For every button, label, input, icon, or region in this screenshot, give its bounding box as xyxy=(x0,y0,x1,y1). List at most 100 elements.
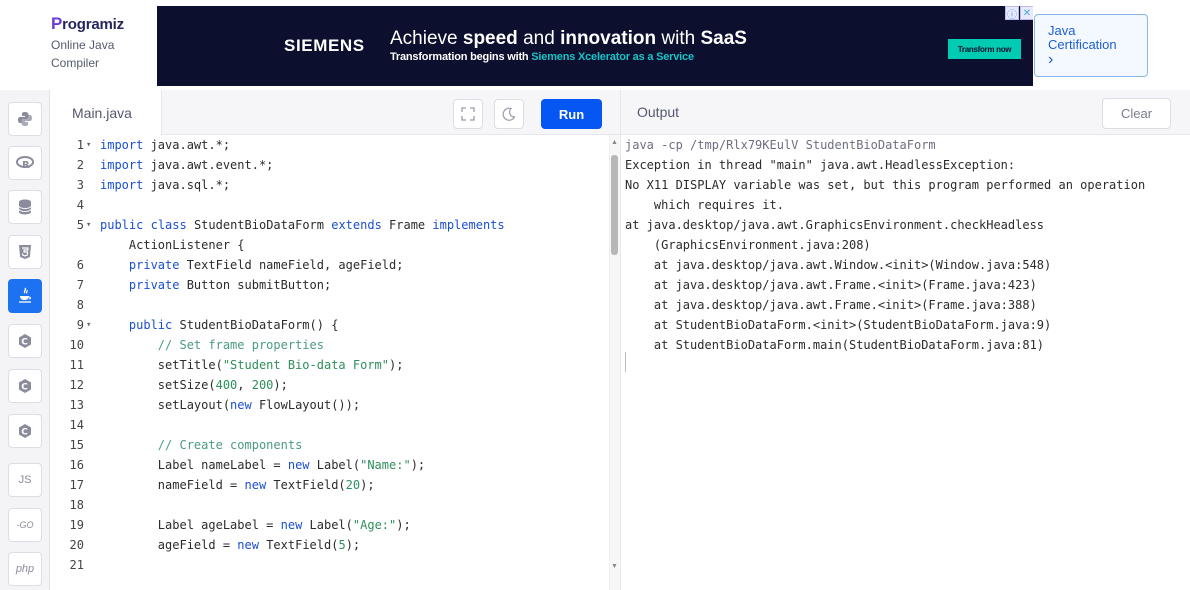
code-line[interactable]: 20 ageField = new TextField(5); xyxy=(51,535,609,555)
code-line[interactable]: ActionListener { xyxy=(51,235,609,255)
code-text: import java.awt.*; xyxy=(100,138,231,152)
line-number: 6 xyxy=(76,258,84,272)
code-line[interactable]: 2 import java.awt.event.*; xyxy=(51,155,609,175)
java-icon[interactable] xyxy=(8,279,42,313)
r-icon[interactable]: R xyxy=(8,146,42,180)
language-sidebar: R C C C JS -GO php xyxy=(0,90,50,590)
line-number: 13 xyxy=(69,398,84,412)
output-toolbar: Output Clear xyxy=(620,90,1190,135)
sql-database-icon[interactable] xyxy=(8,190,42,224)
python-icon[interactable] xyxy=(8,102,42,136)
brand-subtitle-line1: Online Java xyxy=(51,38,115,52)
brand-subtitle-line2: Compiler xyxy=(51,56,100,70)
csharp-icon[interactable]: C xyxy=(8,414,42,448)
ad-sub-accent: Siemens Xcelerator as a Service xyxy=(531,51,694,63)
cert-line2: Certification xyxy=(1048,37,1117,52)
code-line[interactable]: 10 // Set frame properties xyxy=(51,335,609,355)
ad-headline: Achieve speed and innovation with SaaS xyxy=(390,28,747,50)
editor-scrollbar[interactable]: ▲ ▼ xyxy=(609,135,620,590)
brand-wordmark: Programiz xyxy=(51,14,151,34)
code-text: public StudentBioDataForm() { xyxy=(128,318,339,332)
scroll-up-arrow-icon[interactable]: ▲ xyxy=(611,139,618,146)
code-text: import java.sql.*; xyxy=(100,178,231,192)
code-line[interactable]: 3 import java.sql.*; xyxy=(51,175,609,195)
fold-chevron-icon[interactable]: ▾ xyxy=(86,135,91,155)
code-line[interactable]: 1 ▾ import java.awt.*; xyxy=(51,135,609,155)
output-line: at java.desktop/java.awt.Frame.<init>(Fr… xyxy=(625,278,1037,292)
scrollbar-thumb[interactable] xyxy=(611,155,618,255)
cpp-icon[interactable]: C xyxy=(8,369,42,403)
line-number: 10 xyxy=(69,338,84,352)
output-title: Output xyxy=(637,104,680,120)
line-number: 12 xyxy=(69,378,84,392)
fold-chevron-icon[interactable]: ▾ xyxy=(86,315,91,335)
code-line[interactable]: 17 nameField = new TextField(20); xyxy=(51,475,609,495)
code-text: // Create components xyxy=(157,438,303,452)
output-console[interactable]: java -cp /tmp/Rlx79KEulV StudentBioDataF… xyxy=(620,135,1190,590)
code-line[interactable]: 14 xyxy=(51,415,609,435)
code-line[interactable]: 5 ▾ public class StudentBioDataForm extend… xyxy=(51,215,609,235)
line-number: 7 xyxy=(76,278,84,292)
code-line[interactable]: 16 Label nameLabel = new Label("Name:"); xyxy=(51,455,609,475)
code-line[interactable]: 11 setTitle("Student Bio-data Form"); xyxy=(51,355,609,375)
code-line[interactable]: 21 xyxy=(51,555,609,575)
output-command-line: java -cp /tmp/Rlx79KEulV StudentBioDataF… xyxy=(625,138,936,152)
chevron-right-icon: › xyxy=(1048,51,1054,68)
ad-siemens-logo: SIEMENS xyxy=(284,36,365,55)
code-text: ageField = new TextField(5); xyxy=(100,538,361,552)
advertisement-banner[interactable]: SIEMENS Achieve speed and innovation wit… xyxy=(157,6,1033,86)
ad-choice-marks: ⓘ ✕ xyxy=(1004,6,1033,21)
ad-close-icon[interactable]: ✕ xyxy=(1020,6,1033,20)
clear-button[interactable]: Clear xyxy=(1102,98,1171,129)
code-line[interactable]: 8 xyxy=(51,295,609,315)
go-icon[interactable]: -GO xyxy=(8,508,42,542)
output-line: (GraphicsEnvironment.java:208) xyxy=(625,238,871,252)
ad-headline-text-1: Achieve xyxy=(390,28,463,49)
tab-main-java[interactable]: Main.java xyxy=(51,90,162,135)
top-header: Programiz Online Java Compiler SIEMENS A… xyxy=(0,0,1190,90)
code-text: ActionListener { xyxy=(100,238,245,252)
line-number: 16 xyxy=(69,458,84,472)
code-text: nameField = new TextField(20); xyxy=(100,478,375,492)
go-label: -GO xyxy=(16,520,34,530)
php-icon[interactable]: php xyxy=(8,552,42,586)
ad-transform-now-button[interactable]: Transform now xyxy=(948,39,1021,59)
programiz-logo[interactable]: Programiz Online Java Compiler xyxy=(51,14,151,72)
run-button[interactable]: Run xyxy=(541,99,602,129)
c-icon[interactable]: C xyxy=(8,324,42,358)
editor-toolbar: Main.java Run xyxy=(51,90,620,135)
line-number: 15 xyxy=(69,438,84,452)
php-label: php xyxy=(15,563,35,575)
programiz-mark: P xyxy=(51,14,63,33)
javascript-icon[interactable]: JS xyxy=(8,463,42,497)
line-number: 8 xyxy=(76,298,84,312)
ad-sub-text: Transformation begins with xyxy=(390,51,532,63)
svg-text:C: C xyxy=(21,338,28,348)
ad-info-icon[interactable]: ⓘ xyxy=(1005,6,1019,21)
output-line: at StudentBioDataForm.<init>(StudentBioD… xyxy=(625,318,1052,332)
brand-name: rogramiz xyxy=(62,15,124,33)
line-number: 17 xyxy=(69,478,84,492)
fullscreen-icon[interactable] xyxy=(453,99,483,129)
code-text: setTitle("Student Bio-data Form"); xyxy=(100,358,404,372)
code-line[interactable]: 12 setSize(400, 200); xyxy=(51,375,609,395)
fold-chevron-icon[interactable]: ▾ xyxy=(86,215,91,235)
code-line[interactable]: 9 ▾ public StudentBioDataForm() { xyxy=(51,315,609,335)
code-editor[interactable]: 1 ▾ import java.awt.*; 2 import java.awt.eve… xyxy=(51,135,609,590)
scroll-down-arrow-icon[interactable]: ▼ xyxy=(611,563,618,570)
code-text: Label ageLabel = new Label("Age:"); xyxy=(100,518,411,532)
moon-icon[interactable] xyxy=(494,99,524,129)
output-line: Exception in thread "main" java.awt.Head… xyxy=(625,158,1016,172)
code-line[interactable]: 15 // Create components xyxy=(51,435,609,455)
line-number: 2 xyxy=(76,158,84,172)
code-line[interactable]: 7 private Button submitButton; xyxy=(51,275,609,295)
code-line[interactable]: 4 xyxy=(51,195,609,215)
code-line[interactable]: 13 setLayout(new FlowLayout()); xyxy=(51,395,609,415)
code-line[interactable]: 19 Label ageLabel = new Label("Age:"); xyxy=(51,515,609,535)
line-number: 19 xyxy=(69,518,84,532)
output-line: at StudentBioDataForm.main(StudentBioDat… xyxy=(625,338,1045,352)
code-line[interactable]: 18 xyxy=(51,495,609,515)
code-line[interactable]: 6 private TextField nameField, ageField; xyxy=(51,255,609,275)
html5-icon[interactable] xyxy=(8,235,42,269)
java-certification-link[interactable]: Java Certification › xyxy=(1034,14,1148,77)
